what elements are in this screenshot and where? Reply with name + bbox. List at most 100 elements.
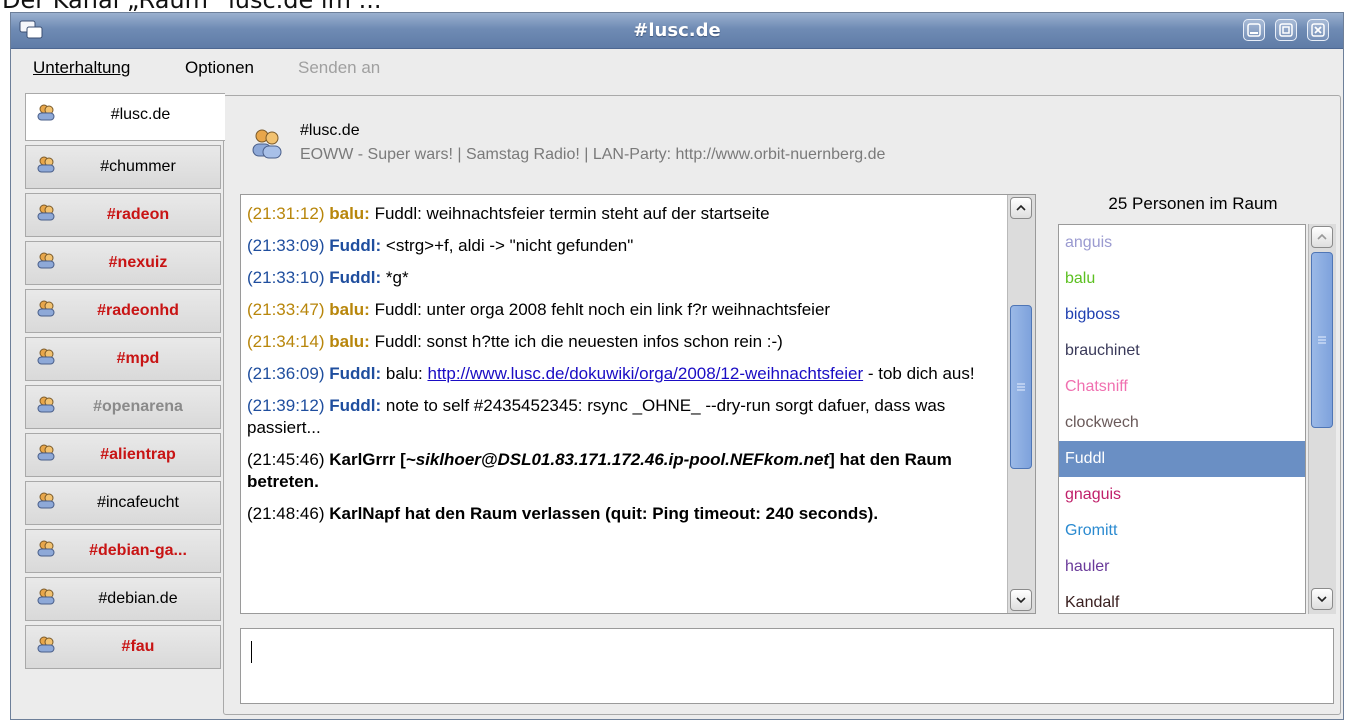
tab-channel[interactable]: #fau xyxy=(25,625,221,669)
tab-channel[interactable]: #radeon xyxy=(25,193,221,237)
minimize-button[interactable] xyxy=(1243,19,1265,41)
user-scroll-up-button[interactable] xyxy=(1311,226,1333,248)
tab-channel[interactable]: #radeonhd xyxy=(25,289,221,333)
tab-label: #debian-ga... xyxy=(89,542,187,559)
user-scroll-down-button[interactable] xyxy=(1311,588,1333,610)
chat-scroll-down-button[interactable] xyxy=(1010,589,1032,611)
user-list-item[interactable]: Gromitt xyxy=(1059,513,1305,549)
user-list-item[interactable]: Kandalf xyxy=(1059,585,1305,613)
chat-message: (21:31:12) balu: Fuddl: weihnachtsfeier … xyxy=(247,203,1003,225)
user-list-item[interactable]: gnaguis xyxy=(1059,477,1305,513)
tab-channel[interactable]: #debian-ga... xyxy=(25,529,221,573)
chevron-down-icon xyxy=(1317,596,1327,603)
menu-unterhaltung[interactable]: Unterhaltung xyxy=(33,58,130,78)
user-list-item[interactable]: balu xyxy=(1059,261,1305,297)
chevron-up-icon xyxy=(1016,204,1026,211)
room-icon xyxy=(37,492,55,509)
chat-scroll-up-button[interactable] xyxy=(1010,197,1032,219)
titlebar[interactable]: #lusc.de xyxy=(11,13,1343,49)
menubar: Unterhaltung Optionen Senden an xyxy=(11,49,1343,87)
user-list[interactable]: anguis balu bigboss brauchinet Chatsniff cloc… xyxy=(1058,224,1306,614)
chat-window: #lusc.de Unterhaltung Optionen Senden an… xyxy=(10,12,1344,720)
window-title: #lusc.de xyxy=(633,20,721,41)
chevron-down-icon xyxy=(1016,597,1026,604)
message-text: Fuddl: unter orga 2008 fehlt noch ein li… xyxy=(374,300,831,319)
message-timestamp: (21:36:09) xyxy=(247,364,325,383)
user-count: 25 Personen im Raum xyxy=(1108,194,1278,213)
message-timestamp: (21:48:46) xyxy=(247,504,330,523)
room-icon xyxy=(37,636,55,653)
message-nick: Fuddl: xyxy=(329,396,382,415)
tab-channel[interactable]: #lusc.de xyxy=(25,93,225,141)
tab-label: #nexuiz xyxy=(108,254,168,271)
system-message: KarlGrrr [~siklhoer@DSL01.83.171.172.46.… xyxy=(247,450,952,491)
message-input[interactable] xyxy=(240,628,1334,704)
tab-channel[interactable]: #alientrap xyxy=(25,433,221,477)
room-icon xyxy=(252,129,282,159)
user-list-item[interactable]: Chatsniff xyxy=(1059,369,1305,405)
chat-lines: (21:31:12) balu: Fuddl: weihnachtsfeier … xyxy=(247,203,1003,535)
message-timestamp: (21:33:09) xyxy=(247,236,325,255)
chat-log[interactable]: (21:31:12) balu: Fuddl: weihnachtsfeier … xyxy=(240,194,1036,614)
grip-icon xyxy=(1017,383,1025,391)
menu-optionen-label: Optionen xyxy=(185,58,254,77)
chat-message: (21:36:09) Fuddl: balu: http://www.lusc.… xyxy=(247,363,1003,385)
room-name: #lusc.de xyxy=(300,122,360,139)
user-list-panel: anguis balu bigboss brauchinet Chatsniff cloc… xyxy=(1058,224,1340,614)
text-caret xyxy=(251,641,252,663)
user-list-item[interactable]: brauchinet xyxy=(1059,333,1305,369)
channel-panel: #lusc.de EOWW - Super wars! | Samstag Ra… xyxy=(223,95,1341,715)
user-list-item[interactable]: anguis xyxy=(1059,225,1305,261)
user-list-item[interactable]: hauler xyxy=(1059,549,1305,585)
tab-label: #fau xyxy=(121,638,155,655)
minimize-icon xyxy=(1247,23,1261,37)
tab-label: #debian.de xyxy=(98,590,178,607)
room-icon xyxy=(37,540,55,557)
message-nick: balu: xyxy=(329,204,370,223)
close-button[interactable] xyxy=(1307,19,1329,41)
chat-message: (21:33:47) balu: Fuddl: unter orga 2008 … xyxy=(247,299,1003,321)
chat-scrollbar[interactable] xyxy=(1007,195,1035,613)
tab-label: #radeon xyxy=(106,206,170,223)
tab-channel[interactable]: #nexuiz xyxy=(25,241,221,285)
tab-channel[interactable]: #mpd xyxy=(25,337,221,381)
message-text: balu: xyxy=(385,364,428,383)
message-link[interactable]: http://www.lusc.de/dokuwiki/orga/2008/12… xyxy=(427,364,863,383)
chat-message: (21:39:12) Fuddl: note to self #24354523… xyxy=(247,395,1003,439)
room-icon xyxy=(37,588,55,605)
menu-optionen[interactable]: Optionen xyxy=(185,58,254,78)
tab-channel[interactable]: #openarena xyxy=(25,385,221,429)
message-nick: balu: xyxy=(329,332,370,351)
room-icon xyxy=(37,252,55,269)
user-list-item[interactable]: bigboss xyxy=(1059,297,1305,333)
room-icon xyxy=(37,104,55,121)
maximize-button[interactable] xyxy=(1275,19,1297,41)
system-message: KarlNapf hat den Raum verlassen (quit: P… xyxy=(329,504,878,523)
tab-channel[interactable]: #chummer xyxy=(25,145,221,189)
tab-label: #mpd xyxy=(116,350,160,367)
message-nick: Fuddl: xyxy=(329,364,382,383)
chat-message: (21:34:14) balu: Fuddl: sonst h?tte ich … xyxy=(247,331,1003,353)
user-host: ~siklhoer@DSL01.83.171.172.46.ip-pool.NE… xyxy=(405,450,830,469)
tab-label: #incafeucht xyxy=(97,494,179,511)
message-timestamp: (21:33:47) xyxy=(247,300,325,319)
message-nick: Fuddl: xyxy=(329,268,382,287)
user-scroll-thumb[interactable] xyxy=(1311,252,1333,428)
user-scrollbar[interactable] xyxy=(1308,224,1336,614)
tab-label: #radeonhd xyxy=(97,302,179,319)
tab-channel[interactable]: #incafeucht xyxy=(25,481,221,525)
chevron-up-icon xyxy=(1317,233,1327,240)
room-topic: EOWW - Super wars! | Samstag Radio! | LA… xyxy=(300,146,886,163)
chat-message: (21:48:46) KarlNapf hat den Raum verlass… xyxy=(247,503,1003,525)
room-icon xyxy=(37,204,55,221)
tab-label: #chummer xyxy=(100,158,176,175)
message-nick: Fuddl: xyxy=(329,236,382,255)
tab-label: #lusc.de xyxy=(110,106,171,123)
tab-label: #alientrap xyxy=(100,446,176,463)
chat-scroll-thumb[interactable] xyxy=(1010,305,1032,469)
menu-unterhaltung-label: Unterhaltung xyxy=(33,58,131,77)
tab-channel[interactable]: #debian.de xyxy=(25,577,221,621)
user-list-item[interactable]: Fuddl xyxy=(1059,441,1305,477)
user-list-item[interactable]: clockwech xyxy=(1059,405,1305,441)
message-timestamp: (21:39:12) xyxy=(247,396,325,415)
